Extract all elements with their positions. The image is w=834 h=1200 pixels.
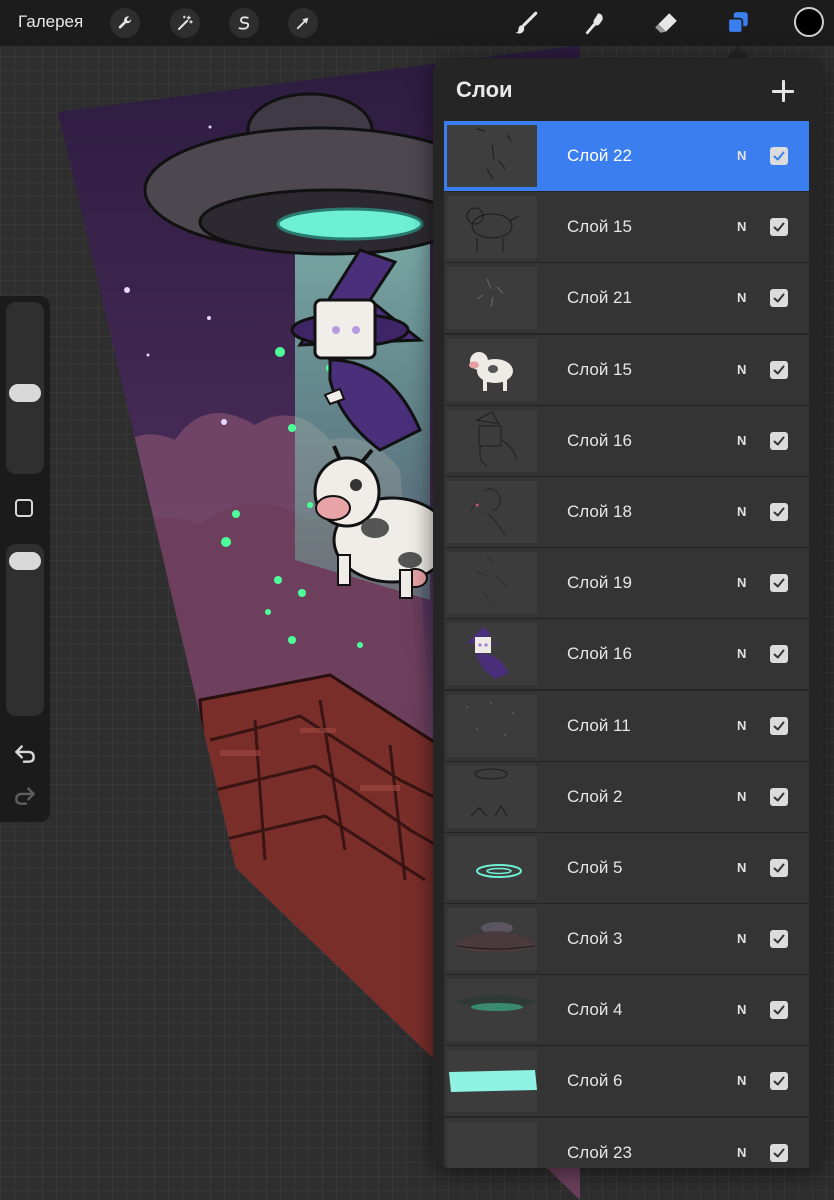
- arrow-icon[interactable]: [288, 8, 318, 38]
- visibility-checkbox[interactable]: [770, 1143, 788, 1162]
- visibility-checkbox[interactable]: [770, 716, 788, 735]
- blend-mode-button[interactable]: N: [737, 1145, 746, 1160]
- layer-thumbnail: [447, 908, 537, 971]
- layer-thumbnail: [447, 1050, 537, 1113]
- layer-thumbnail: [447, 338, 537, 401]
- color-picker-button[interactable]: [794, 7, 824, 37]
- layer-thumbnail: [447, 480, 537, 543]
- visibility-checkbox[interactable]: [770, 1072, 788, 1091]
- layer-name: Слой 15: [567, 217, 632, 237]
- layer-row[interactable]: Слой 5 N: [444, 832, 809, 903]
- visibility-checkbox[interactable]: [770, 289, 788, 308]
- layer-thumbnail: [447, 694, 537, 757]
- top-toolbar: Галерея: [0, 0, 834, 46]
- layer-thumbnail: [447, 979, 537, 1042]
- blend-mode-button[interactable]: N: [737, 789, 746, 804]
- blend-mode-button[interactable]: N: [737, 504, 746, 519]
- layer-row[interactable]: Слой 16 N: [444, 619, 809, 690]
- visibility-checkbox[interactable]: [770, 218, 788, 237]
- magic-wand-icon[interactable]: [170, 8, 200, 38]
- layer-row[interactable]: Слой 21 N: [444, 263, 809, 334]
- layer-thumbnail: [447, 1121, 537, 1168]
- panel-title: Слои: [456, 77, 513, 102]
- layer-row[interactable]: Слой 22 N: [444, 121, 809, 191]
- wrench-icon[interactable]: [110, 8, 140, 38]
- layer-row[interactable]: Слой 15 N: [444, 334, 809, 405]
- opacity-thumb[interactable]: [9, 552, 41, 570]
- layer-name: Слой 3: [567, 929, 623, 949]
- layer-name: Слой 23: [567, 1142, 632, 1162]
- layer-row[interactable]: Слой 16 N: [444, 405, 809, 476]
- left-sidebar: [0, 296, 50, 822]
- visibility-checkbox[interactable]: [770, 431, 788, 450]
- layer-thumbnail: [447, 267, 537, 330]
- smudge-icon[interactable]: [580, 7, 612, 39]
- layer-name: Слой 22: [567, 146, 632, 165]
- layer-name: Слой 5: [567, 857, 623, 877]
- visibility-checkbox[interactable]: [770, 858, 788, 877]
- brush-icon[interactable]: [510, 7, 542, 39]
- layer-name: Слой 16: [567, 430, 632, 450]
- layer-list: Слой 22 N Слой 15 N Слой 21 N Слой 15 N …: [444, 121, 809, 1168]
- blend-mode-button[interactable]: N: [737, 148, 746, 163]
- plus-icon[interactable]: [768, 76, 798, 106]
- layers-panel: Слои Слой 22 N Слой 15 N Слой 21 N Слой …: [433, 58, 823, 1168]
- visibility-checkbox[interactable]: [770, 147, 788, 165]
- layer-name: Слой 2: [567, 786, 623, 806]
- layers-icon[interactable]: [722, 7, 754, 39]
- visibility-checkbox[interactable]: [770, 574, 788, 593]
- blend-mode-button[interactable]: N: [737, 860, 746, 875]
- visibility-checkbox[interactable]: [770, 645, 788, 664]
- layer-thumbnail: [447, 623, 537, 686]
- layer-row[interactable]: Слой 18 N: [444, 476, 809, 547]
- visibility-checkbox[interactable]: [770, 930, 788, 949]
- layer-name: Слой 11: [567, 715, 631, 735]
- layer-name: Слой 21: [567, 288, 632, 308]
- layer-name: Слой 19: [567, 573, 632, 593]
- redo-icon[interactable]: [12, 782, 38, 808]
- visibility-checkbox[interactable]: [770, 1001, 788, 1020]
- visibility-checkbox[interactable]: [770, 787, 788, 806]
- layer-name: Слой 6: [567, 1071, 623, 1091]
- modify-square-icon[interactable]: [15, 499, 33, 517]
- blend-mode-button[interactable]: N: [737, 931, 746, 946]
- visibility-checkbox[interactable]: [770, 502, 788, 521]
- layer-name: Слой 15: [567, 359, 632, 379]
- blend-mode-button[interactable]: N: [737, 362, 746, 377]
- eraser-icon[interactable]: [650, 7, 682, 39]
- layer-row[interactable]: Слой 15 N: [444, 192, 809, 263]
- layer-row[interactable]: Слой 4 N: [444, 975, 809, 1046]
- brush-size-thumb[interactable]: [9, 384, 41, 402]
- layer-name: Слой 16: [567, 644, 632, 664]
- blend-mode-button[interactable]: N: [737, 219, 746, 234]
- layer-thumbnail: [447, 125, 537, 187]
- layer-row[interactable]: Слой 6 N: [444, 1046, 809, 1117]
- layer-row[interactable]: Слой 23 N: [444, 1117, 809, 1168]
- visibility-checkbox[interactable]: [770, 360, 788, 379]
- layer-row[interactable]: Слой 3 N: [444, 904, 809, 975]
- layer-thumbnail: [447, 552, 537, 615]
- selection-icon[interactable]: [229, 8, 259, 38]
- blend-mode-button[interactable]: N: [737, 646, 746, 661]
- undo-icon[interactable]: [12, 740, 38, 766]
- layer-thumbnail: [447, 836, 537, 899]
- layer-name: Слой 4: [567, 1000, 623, 1020]
- panel-caret: [726, 46, 750, 58]
- layer-name: Слой 18: [567, 501, 632, 521]
- layer-row[interactable]: Слой 2 N: [444, 761, 809, 832]
- gallery-button[interactable]: Галерея: [18, 12, 83, 32]
- blend-mode-button[interactable]: N: [737, 1073, 746, 1088]
- blend-mode-button[interactable]: N: [737, 1002, 746, 1017]
- layer-thumbnail: [447, 765, 537, 828]
- blend-mode-button[interactable]: N: [737, 290, 746, 305]
- layer-thumbnail: [447, 196, 537, 259]
- opacity-slider[interactable]: [6, 544, 44, 716]
- brush-size-slider[interactable]: [6, 302, 44, 474]
- layer-row[interactable]: Слой 11 N: [444, 690, 809, 761]
- layer-thumbnail: [447, 409, 537, 472]
- blend-mode-button[interactable]: N: [737, 718, 746, 733]
- blend-mode-button[interactable]: N: [737, 575, 746, 590]
- layer-row[interactable]: Слой 19 N: [444, 548, 809, 619]
- blend-mode-button[interactable]: N: [737, 433, 746, 448]
